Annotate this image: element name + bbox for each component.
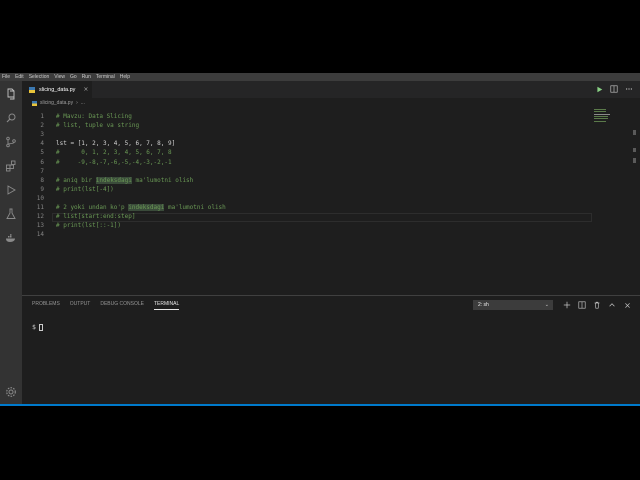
menu-item-go[interactable]: Go [68,73,80,81]
terminal-output[interactable]: $ [32,323,43,331]
code-text: ma'lumotni olish [164,204,226,211]
tab-debug-console[interactable]: DEBUG CONSOLE [100,301,144,310]
search-match-highlight: indeksdagi [128,204,165,211]
menu-item-selection[interactable]: Selection [27,73,53,81]
terminal-cursor [38,323,43,331]
terminal-select[interactable]: 2: sh ⌄ [473,300,553,310]
panel-actions [562,300,632,310]
code-line[interactable]: 10 [22,194,592,203]
search-icon[interactable] [4,111,18,125]
python-file-icon [29,86,35,93]
kill-terminal-icon[interactable] [592,300,602,310]
split-editor-icon[interactable] [609,84,619,94]
menu-item-file[interactable]: File [0,73,13,81]
line-number: 10 [36,194,44,202]
tab-slicing-data[interactable]: slicing_data.py × [22,81,92,98]
line-code: # list, tuple va string [56,122,140,130]
line-number: 3 [40,131,44,139]
code-text: # 2 yoki undan ko'p [56,204,129,211]
more-actions-icon[interactable] [624,84,634,94]
terminal-prompt: $ [32,323,36,331]
explorer-icon[interactable] [4,87,18,101]
line-code: lst = [1, 2, 3, 4, 5, 6, 7, 8, 9] [56,140,176,148]
run-file-icon[interactable] [594,84,604,94]
tab-label: slicing_data.py [39,86,76,93]
editor-tab-bar: slicing_data.py × [22,81,640,98]
panel-tabs: PROBLEMS OUTPUT DEBUG CONSOLE TERMINAL [32,301,180,310]
source-control-icon[interactable] [4,135,18,149]
tab-problems[interactable]: PROBLEMS [32,301,60,310]
line-number: 9 [40,185,44,193]
code-line[interactable]: 5 # 0, 1, 2, 3, 4, 5, 6, 7, 8 [22,148,592,157]
code-line[interactable]: 7 [22,167,592,176]
editor-scrollbar[interactable] [633,108,636,228]
line-number: 1 [40,113,44,120]
line-number: 6 [40,158,44,166]
line-number: 7 [40,167,44,175]
maximize-panel-icon[interactable] [607,300,617,310]
code-line[interactable]: 6 # -9,-8,-7,-6,-5,-4,-3,-2,-1 [22,158,592,167]
line-number: 13 [36,222,44,230]
line-code: # 0, 1, 2, 3, 4, 5, 6, 7, 8 [56,149,172,157]
settings-gear-icon[interactable] [4,385,18,399]
line-code: # print(lst[-4]) [56,185,114,193]
search-match-highlight: indeksdagi [95,176,132,184]
tab-terminal[interactable]: TERMINAL [153,301,180,310]
code-line[interactable]: 12 # list[start:end:step] [22,212,592,221]
line-number: 2 [40,122,44,130]
code-line[interactable]: 4 lst = [1, 2, 3, 4, 5, 6, 7, 8, 9] [22,139,592,148]
docker-icon[interactable] [4,231,18,245]
line-number: 8 [40,176,44,184]
vscode-window: File Edit Selection View Go Run Terminal Help [0,73,640,406]
new-terminal-icon[interactable] [562,300,572,310]
tab-close-icon[interactable]: × [83,86,88,93]
code-editor[interactable]: 1 # Mavzu: Data Slicing 2 # list, tuple va … [22,108,640,293]
code-line[interactable]: 8 # aniq bir indeksdagi ma'lumotni olish [22,176,592,185]
code-line[interactable]: 9 # print(lst[-4]) [22,185,592,194]
testing-flask-icon[interactable] [4,207,18,221]
breadcrumb-file[interactable]: slicing_data.py [40,100,73,106]
code-line[interactable]: 3 [22,130,592,139]
breadcrumb-more[interactable]: ... [81,100,85,106]
activity-bar [0,81,22,406]
line-code: # Mavzu: Data Slicing [56,113,132,120]
tab-output[interactable]: OUTPUT [70,301,91,310]
editor-actions [594,84,634,94]
python-file-icon [32,100,37,106]
extensions-icon[interactable] [4,159,18,173]
split-terminal-icon[interactable] [577,300,587,310]
breadcrumb-separator: › [76,100,78,106]
code-line[interactable]: 2 # list, tuple va string [22,121,592,130]
bottom-panel: PROBLEMS OUTPUT DEBUG CONSOLE TERMINAL 2… [22,295,640,406]
run-debug-icon[interactable] [4,183,18,197]
line-code: # -9,-8,-7,-6,-5,-4,-3,-2,-1 [56,158,172,166]
minimap[interactable] [594,108,624,138]
line-number: 14 [36,231,44,239]
line-code: # 2 yoki undan ko'p indeksdagi ma'lumotn… [56,203,226,212]
line-number: 12 [36,213,44,221]
line-code: # aniq bir indeksdagi ma'lumotni olish [56,176,193,185]
menu-item-edit[interactable]: Edit [13,73,27,81]
code-line[interactable]: 14 [22,230,592,239]
menu-item-view[interactable]: View [52,73,68,81]
code-line[interactable]: 11 # 2 yoki undan ko'p indeksdagi ma'lumo… [22,203,592,212]
line-number: 11 [36,204,44,211]
menu-bar: File Edit Selection View Go Run Terminal Help [0,73,640,81]
line-number: 4 [40,140,44,148]
line-code: # list[start:end:step] [56,213,136,221]
close-panel-icon[interactable] [622,300,632,310]
status-bar-edge [0,404,640,406]
code-text: # aniq bir [56,176,96,184]
terminal-select-value: 2: sh [478,302,489,308]
line-number: 5 [40,149,44,157]
menu-item-terminal[interactable]: Terminal [94,73,118,81]
breadcrumb: slicing_data.py › ... [22,98,640,108]
menu-item-help[interactable]: Help [118,73,133,81]
chevron-down-icon: ⌄ [544,302,549,308]
code-text: ma'lumotni olish [131,176,194,184]
line-code: # print(lst[::-1]) [56,222,122,230]
menu-item-run[interactable]: Run [80,73,94,81]
code-line[interactable]: 1 # Mavzu: Data Slicing [22,112,592,121]
code-line[interactable]: 13 # print(lst[::-1]) [22,221,592,230]
